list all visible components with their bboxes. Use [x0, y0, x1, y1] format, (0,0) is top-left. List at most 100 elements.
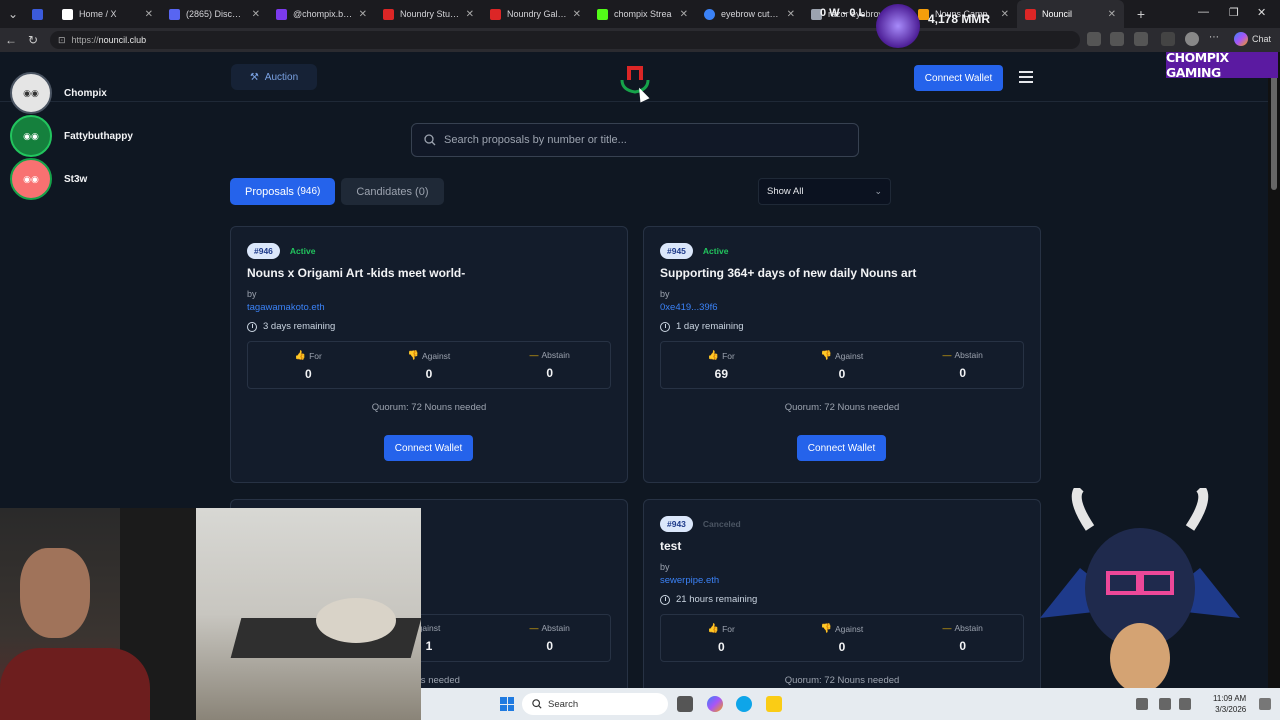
tab-proposals[interactable]: Proposals (946): [230, 178, 336, 205]
back-icon[interactable]: ←: [0, 33, 22, 47]
browser-tab-7[interactable]: eyebrow cut - Sear ✕: [696, 0, 803, 28]
proposal-card[interactable]: #946 Active Nouns x Origami Art -kids me…: [230, 226, 628, 483]
win-loss-record: 0 W - 0 L: [820, 7, 866, 19]
quorum-text: Quorum: 72 Nouns needed: [784, 675, 900, 686]
close-icon[interactable]: ✕: [466, 9, 474, 20]
hamburger-menu-icon[interactable]: [1019, 71, 1033, 83]
avatar: ◉◉: [10, 115, 52, 157]
browser-tab-4[interactable]: Noundry Studio ✕: [375, 0, 482, 28]
taskbar-time: 11:09 AM: [1213, 694, 1247, 703]
minimize-icon[interactable]: —: [1198, 6, 1209, 18]
tab-candidates[interactable]: Candidates (0): [341, 178, 444, 205]
close-icon[interactable]: ✕: [573, 9, 581, 20]
connect-wallet-button[interactable]: Connect Wallet: [384, 435, 473, 461]
author-link[interactable]: tagawamakoto.eth: [247, 302, 325, 313]
windows-start-icon[interactable]: [500, 697, 514, 711]
vote-for: 👍 For 0: [661, 615, 782, 661]
vote-abstain: — Abstain 0: [902, 615, 1023, 661]
volume-icon[interactable]: [1179, 698, 1191, 710]
time-remaining-text: 3 days remaining: [263, 321, 336, 332]
browser-tab-1[interactable]: Home / X ✕: [54, 0, 161, 28]
more-icon[interactable]: ⋯: [1209, 32, 1223, 46]
browser-tab-10[interactable]: Nouncil ✕: [1017, 0, 1124, 28]
vote-against-count: 0: [425, 367, 433, 381]
vote-against: 👎 Against 0: [369, 342, 490, 388]
close-icon[interactable]: ✕: [145, 9, 153, 20]
vote-abstain-count: 0: [546, 366, 554, 380]
vote-abstain-count: 0: [546, 639, 554, 653]
tray-icon[interactable]: [1136, 698, 1148, 710]
pet-camera-feed: [196, 508, 421, 720]
time-remaining-text: 1 day remaining: [676, 321, 744, 332]
taskbar-clock[interactable]: 11:09 AM 3/3/2026: [1213, 693, 1246, 715]
extension-icon[interactable]: [1087, 32, 1101, 46]
extension-icon[interactable]: [1110, 32, 1124, 46]
browser-tab-0[interactable]: [26, 0, 54, 28]
browser-tab-5[interactable]: Noundry Gallery ✕: [482, 0, 589, 28]
tab-label: Noundry Studio: [400, 9, 460, 19]
tab-label: eyebrow cut - Sear: [721, 9, 781, 19]
close-icon[interactable]: ✕: [359, 9, 367, 20]
proposal-search-input[interactable]: Search proposals by number or title...: [411, 123, 859, 157]
tab-proposals-count: (946): [296, 186, 321, 197]
close-icon[interactable]: ✕: [1108, 9, 1116, 20]
proposal-card[interactable]: #945 Active Supporting 364+ days of new …: [643, 226, 1041, 483]
close-icon[interactable]: ✕: [787, 9, 795, 20]
copilot-icon[interactable]: [707, 696, 723, 712]
channel-banner: CHOMPIX GAMING: [1166, 50, 1278, 80]
gavel-icon: ⚒: [249, 71, 259, 83]
vote-against: 👎 Against 0: [782, 615, 903, 661]
close-icon[interactable]: ✕: [1001, 9, 1009, 20]
url-field[interactable]: ⊡ https://nouncil.club: [50, 31, 1080, 49]
extension-icon[interactable]: [1134, 32, 1148, 46]
new-tab-button[interactable]: +: [1130, 6, 1152, 22]
tab-label: chompix Strea: [614, 9, 672, 19]
browser-tab-3[interactable]: @chompix.base.eth ✕: [268, 0, 375, 28]
vote-for-count: 69: [714, 367, 729, 381]
chat-label[interactable]: Chat: [1252, 34, 1271, 44]
notification-icon[interactable]: [1259, 698, 1271, 710]
tab-label: @chompix.base.eth: [293, 9, 353, 19]
taskbar-search[interactable]: Search: [522, 693, 668, 715]
copilot-icon[interactable]: [1234, 32, 1248, 46]
clock-icon: [660, 321, 670, 332]
vote-against-label: Against: [834, 350, 864, 361]
profile-avatar[interactable]: [1185, 32, 1199, 46]
task-view-icon[interactable]: [677, 696, 693, 712]
vote-abstain-count: 0: [959, 639, 967, 653]
edge-icon[interactable]: [736, 696, 752, 712]
close-icon[interactable]: ✕: [252, 9, 260, 20]
kick-icon: [597, 8, 608, 20]
proposal-card[interactable]: #943 Canceled test by sewerpipe.eth 21 h…: [643, 499, 1041, 720]
top-navigation: ⚒ Auction Connect Wallet: [0, 52, 1268, 102]
connect-wallet-button[interactable]: Connect Wallet: [914, 65, 1003, 91]
vote-abstain-label: Abstain: [954, 350, 983, 360]
tab-favicon: [276, 8, 287, 20]
network-icon[interactable]: [1159, 698, 1171, 710]
vote-abstain-label: Abstain: [954, 623, 983, 633]
browser-tab-6[interactable]: chompix Strea ✕: [589, 0, 696, 28]
tab-list-icon[interactable]: ⌄: [0, 7, 26, 21]
webcam-feed: [0, 508, 196, 720]
connect-wallet-button[interactable]: Connect Wallet: [797, 435, 886, 461]
person-shirt: [0, 648, 150, 720]
auction-button[interactable]: ⚒ Auction: [231, 64, 317, 90]
url-scheme: https://: [71, 35, 99, 45]
minus-icon: —: [529, 350, 539, 360]
avatar: ◉◉: [10, 72, 52, 114]
close-window-icon[interactable]: ✕: [1257, 6, 1266, 19]
favorites-icon[interactable]: [1161, 32, 1175, 46]
browser-tab-2[interactable]: (2865) Discord | 🎉 ✕: [161, 0, 268, 28]
restore-icon[interactable]: ❐: [1229, 6, 1239, 19]
file-explorer-icon[interactable]: [766, 696, 782, 712]
quorum-text: Quorum: 72 Nouns needed: [371, 402, 487, 413]
thumbs-down-icon: 👎: [820, 623, 832, 633]
streamer-item: ◉◉ Fattybuthappy: [10, 115, 133, 157]
thumbs-up-icon: 👍: [707, 350, 720, 360]
author-link[interactable]: 0xe419...39f6: [660, 302, 718, 313]
author-link[interactable]: sewerpipe.eth: [660, 575, 719, 586]
status-filter-select[interactable]: Show All ⌄: [758, 178, 891, 205]
reload-icon[interactable]: ↻: [22, 33, 44, 47]
minus-icon: —: [942, 623, 952, 633]
close-icon[interactable]: ✕: [680, 9, 688, 20]
